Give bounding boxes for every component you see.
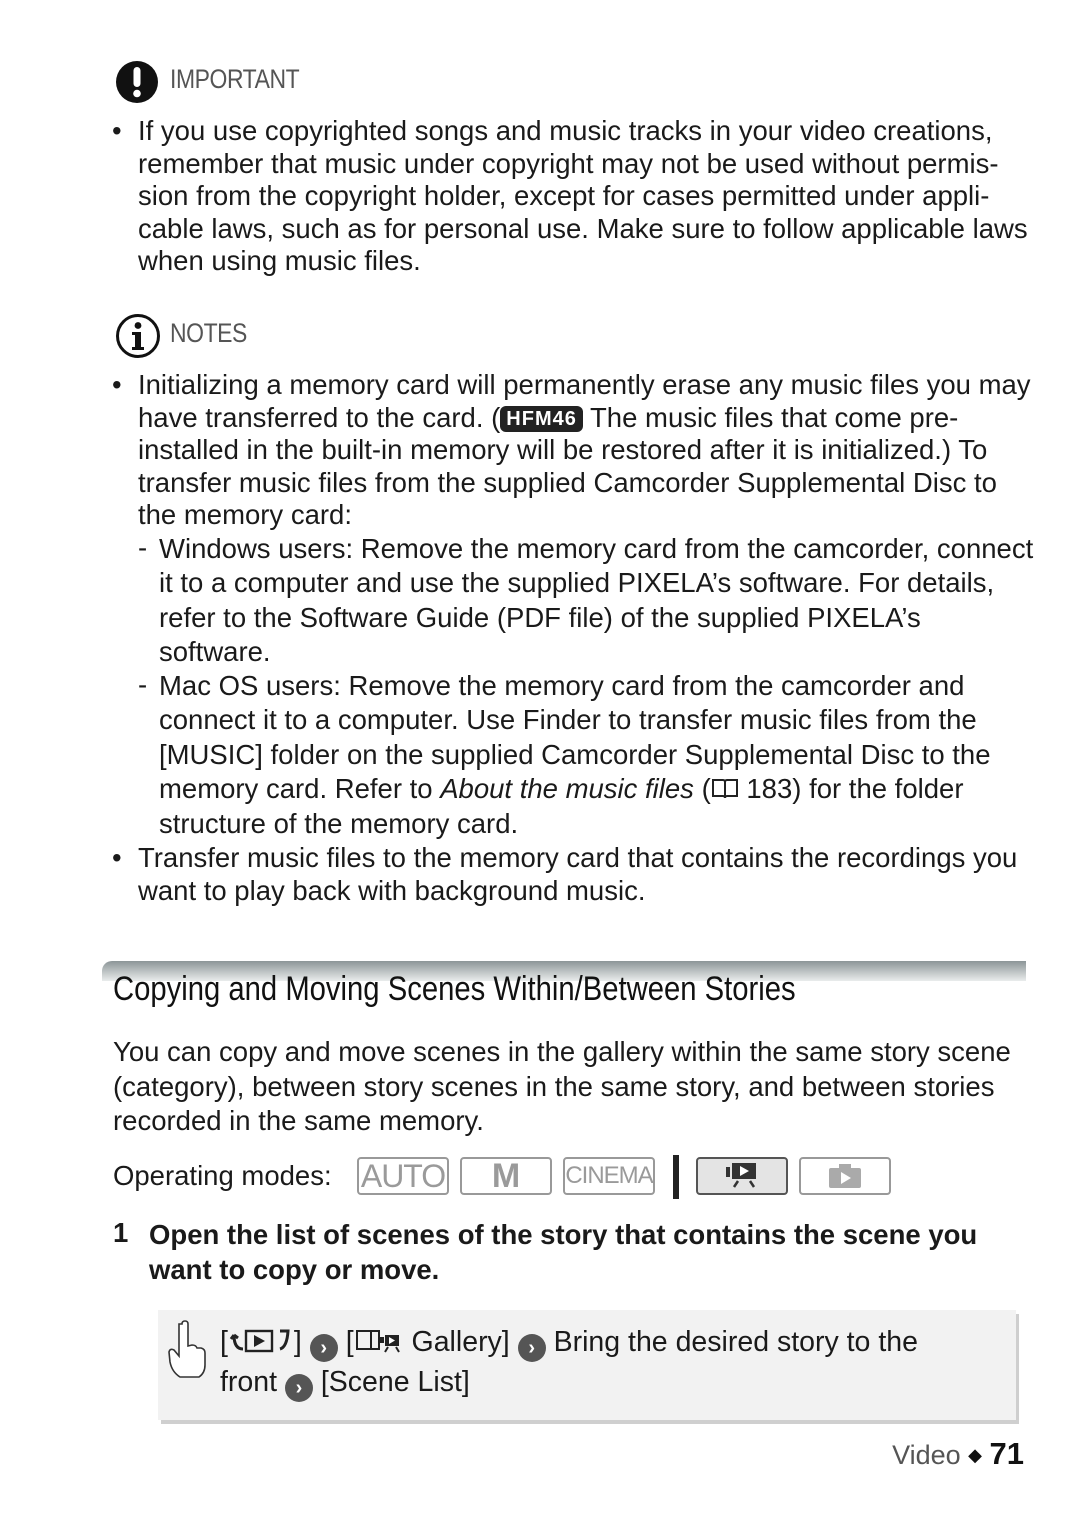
footer-separator: ◆: [968, 1445, 982, 1465]
notes-sub-mac: - Mac OS users: Remove the memory card f…: [138, 669, 991, 839]
home-playback-icon: [229, 1329, 290, 1353]
photo-playback-icon: [829, 1164, 861, 1188]
model-badge: HFM46: [500, 405, 583, 432]
gallery-button[interactable]: [ Gallery]: [346, 1326, 510, 1358]
mode-video-playback: [696, 1157, 788, 1195]
notes-bullet-2: • Transfer music files to the memory car…: [112, 842, 1018, 906]
footer-section: Video: [892, 1440, 961, 1470]
section-intro: You can copy and move scenes in the gall…: [113, 1036, 1011, 1136]
mode-separator: [673, 1155, 679, 1199]
step-text: Open the list of scenes of the story tha…: [149, 1219, 978, 1285]
step-number: 1: [113, 1217, 129, 1248]
book-icon: [711, 773, 739, 804]
video-playback-icon: [726, 1163, 756, 1188]
page-footer: Video ◆ 71: [892, 1436, 1024, 1472]
page-number: 71: [989, 1436, 1024, 1471]
notes-sub-windows: - Windows users: Remove the memory card …: [138, 532, 1034, 668]
next-arrow-icon: ›: [309, 1334, 338, 1362]
notes-heading: NOTES: [170, 318, 247, 348]
next-arrow-icon: ›: [517, 1334, 546, 1362]
mode-auto: AUTO: [357, 1157, 449, 1195]
notes-bullet-1: • Initializing a memory card will perman…: [112, 369, 1031, 531]
info-icon: [115, 313, 161, 364]
operating-modes-label: Operating modes:: [113, 1160, 332, 1191]
mode-manual: M: [460, 1157, 552, 1195]
important-heading: IMPORTANT: [170, 64, 300, 94]
next-arrow-icon: ›: [284, 1374, 313, 1402]
gallery-icon: [355, 1330, 400, 1353]
music-files-link[interactable]: About the music files: [440, 773, 694, 804]
mode-photo-playback: [799, 1157, 891, 1195]
home-button[interactable]: []: [220, 1326, 302, 1358]
instruction-text: [] › [ Gallery] › Bring the desired stor…: [220, 1322, 1010, 1402]
scene-list-button[interactable]: [Scene List]: [321, 1366, 470, 1398]
important-bullet: • If you use copyrighted songs and music…: [112, 115, 1028, 277]
touch-hand-icon: [168, 1320, 206, 1385]
mode-cinema: CINEMA: [563, 1157, 655, 1195]
important-icon: [115, 60, 159, 109]
section-title: Copying and Moving Scenes Within/Between…: [113, 970, 796, 1008]
